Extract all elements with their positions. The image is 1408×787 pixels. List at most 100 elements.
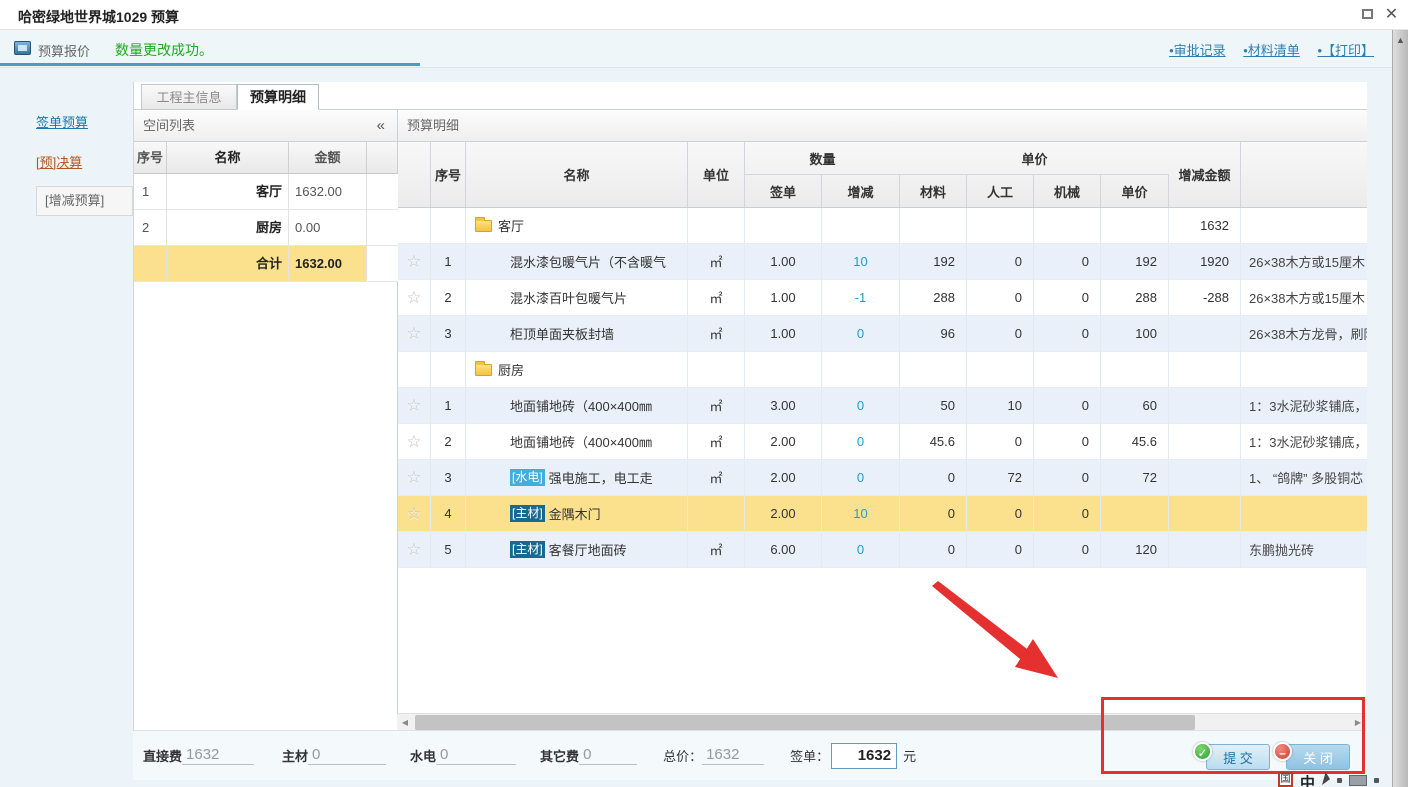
grid-item-row[interactable]: ☆2地面铺地砖（400×400㎜㎡2.00045.60045.61：3水泥砂浆铺… [398,424,1367,460]
scroll-right-icon[interactable]: ▶ [1350,714,1366,731]
row-remark: 1、 “鸽牌” 多股铜芯 [1241,460,1367,495]
row-star-cell: ☆ [398,424,431,459]
row-unit: ㎡ [688,316,745,351]
header-qty-sign: 签单 [745,175,822,207]
ime-pen-icon[interactable] [1322,772,1330,785]
row-qty-sign: 1.00 [745,280,822,315]
star-icon[interactable]: ☆ [406,432,421,452]
row-material [900,352,967,387]
space-total-amount: 1632.00 [289,246,367,281]
grid-group-row[interactable]: 客厅1632 [398,208,1367,244]
ime-language-icon[interactable]: 中 [1300,772,1315,787]
row-name: [主材]金隅木门 [466,496,688,531]
space-row-filler [367,174,398,209]
row-change-amount [1169,460,1241,495]
star-icon[interactable]: ☆ [406,324,421,344]
window-titlebar: 哈密绿地世界城1029 预算 ✕ [0,0,1408,30]
check-circle-icon: ✓ [1193,742,1212,761]
close-icon[interactable]: ✕ [1383,6,1400,23]
page-scroll-up-icon[interactable]: ▲ [1393,30,1408,45]
star-icon[interactable]: ☆ [406,252,421,272]
row-machine: 0 [1034,316,1101,351]
row-unit-price: 45.6 [1101,424,1169,459]
grid-item-row[interactable]: ☆1混水漆包暖气片（不含暖气㎡1.001019200192192026×38木方… [398,244,1367,280]
close-button[interactable]: 关 闭 [1286,744,1350,770]
row-seq: 5 [431,532,466,567]
category-badge: [水电] [510,469,545,486]
row-remark: 1：3水泥砂浆铺底，水 [1241,424,1367,459]
grid-group-row[interactable]: 厨房 [398,352,1367,388]
link-approval-records[interactable]: •审批记录 [1169,43,1226,58]
row-name: 客厅 [466,208,688,243]
horizontal-scrollbar[interactable]: ◀ ▶ [397,713,1366,730]
link-material-list[interactable]: •材料清单 [1243,43,1300,58]
toolbar-underline [0,63,420,66]
ime-keyboard-icon[interactable] [1349,775,1367,786]
row-unit: ㎡ [688,424,745,459]
header-seq: 序号 [431,142,466,207]
star-icon[interactable]: ☆ [406,540,421,560]
star-icon[interactable]: ☆ [406,288,421,308]
grid-item-row[interactable]: ☆1地面铺地砖（400×400㎜㎡3.00050100601：3水泥砂浆铺底，水 [398,388,1367,424]
star-icon[interactable]: ☆ [406,468,421,488]
row-unit-price: 72 [1101,460,1169,495]
row-name-text: 强电施工，电工走 [549,468,653,487]
submit-button[interactable]: 提 交 [1206,744,1270,770]
row-qty-change [822,352,900,387]
header-machine: 机械 [1034,175,1101,207]
row-qty-change: 0 [822,460,900,495]
row-change-amount [1169,532,1241,567]
other-fee-label: 其它费 [540,746,579,765]
row-change-amount [1169,424,1241,459]
sign-amount-input[interactable] [831,743,897,769]
space-panel-header: 空间列表 « [134,110,397,142]
header-unit: 单位 [688,142,745,207]
sidebar-item-change-budget[interactable]: [增减预算] [36,186,133,216]
top-links: •审批记录 •材料清单 •【打印】 [1155,40,1374,59]
space-row[interactable]: 2 厨房 0.00 [134,210,398,246]
page-vertical-scrollbar[interactable]: ▲ [1392,30,1408,787]
sidebar-item-sign-budget[interactable]: 签单预算 [36,112,88,131]
row-remark [1241,496,1367,531]
row-seq [431,208,466,243]
row-unit-price: 288 [1101,280,1169,315]
row-unit [688,352,745,387]
row-seq: 1 [431,244,466,279]
row-qty-sign: 2.00 [745,460,822,495]
row-unit-price: 60 [1101,388,1169,423]
row-labor: 72 [967,460,1034,495]
footer-totals-bar: 直接费 1632 主材 0 水电 0 其它费 0 总价： 1632 签单： 元 [133,730,1366,780]
maximize-icon[interactable] [1359,6,1376,23]
space-row[interactable]: 1 客厅 1632.00 [134,174,398,210]
sidebar-item-pre-settlement[interactable]: [预]决算 [36,152,82,171]
collapse-icon[interactable]: « [377,110,385,141]
row-change-amount: 1920 [1169,244,1241,279]
row-name: 厨房 [466,352,688,387]
row-machine [1034,352,1101,387]
header-labor: 人工 [967,175,1034,207]
grid-item-row[interactable]: ☆3[水电]强电施工，电工走㎡2.0000720721、 “鸽牌” 多股铜芯 [398,460,1367,496]
detail-grid-body: 客厅1632☆1混水漆包暖气片（不含暖气㎡1.00101920019219202… [398,208,1367,568]
star-icon[interactable]: ☆ [406,504,421,524]
ime-dot-icon [1337,778,1342,783]
scroll-left-icon[interactable]: ◀ [397,714,413,731]
row-name: 混水漆百叶包暖气片 [466,280,688,315]
row-unit-price: 192 [1101,244,1169,279]
scrollbar-thumb[interactable] [415,715,1195,730]
tab-budget-detail[interactable]: 预算明细 [237,84,319,110]
tab-project-info[interactable]: 工程主信息 [141,84,237,110]
link-print[interactable]: •【打印】 [1317,43,1374,58]
main-panel: 工程主信息 预算明细 空间列表 « 序号 名称 金额 1 客厅 1632.00 [133,82,1366,730]
space-total-seq [134,246,167,281]
star-icon[interactable]: ☆ [406,396,421,416]
grid-item-row[interactable]: ☆2混水漆百叶包暖气片㎡1.00-128800288-28826×38木方或15… [398,280,1367,316]
grid-item-row[interactable]: ☆4[主材]金隅木门2.0010000 [398,496,1367,532]
grid-item-row[interactable]: ☆3柜顶单面夹板封墙㎡1.000960010026×38木方龙骨，刷防 [398,316,1367,352]
row-name: [主材]客餐厅地面砖 [466,532,688,567]
row-name: 地面铺地砖（400×400㎜ [466,424,688,459]
grid-item-row[interactable]: ☆5[主材]客餐厅地面砖㎡6.000000120东鹏抛光砖 [398,532,1367,568]
grid-header: 序号 名称 单位 数量 签单 增减 单价 材料 人工 机械 单价 [398,142,1367,208]
ime-flag-icon[interactable]: 国 [1278,772,1293,787]
row-machine: 0 [1034,244,1101,279]
row-star-cell: ☆ [398,496,431,531]
